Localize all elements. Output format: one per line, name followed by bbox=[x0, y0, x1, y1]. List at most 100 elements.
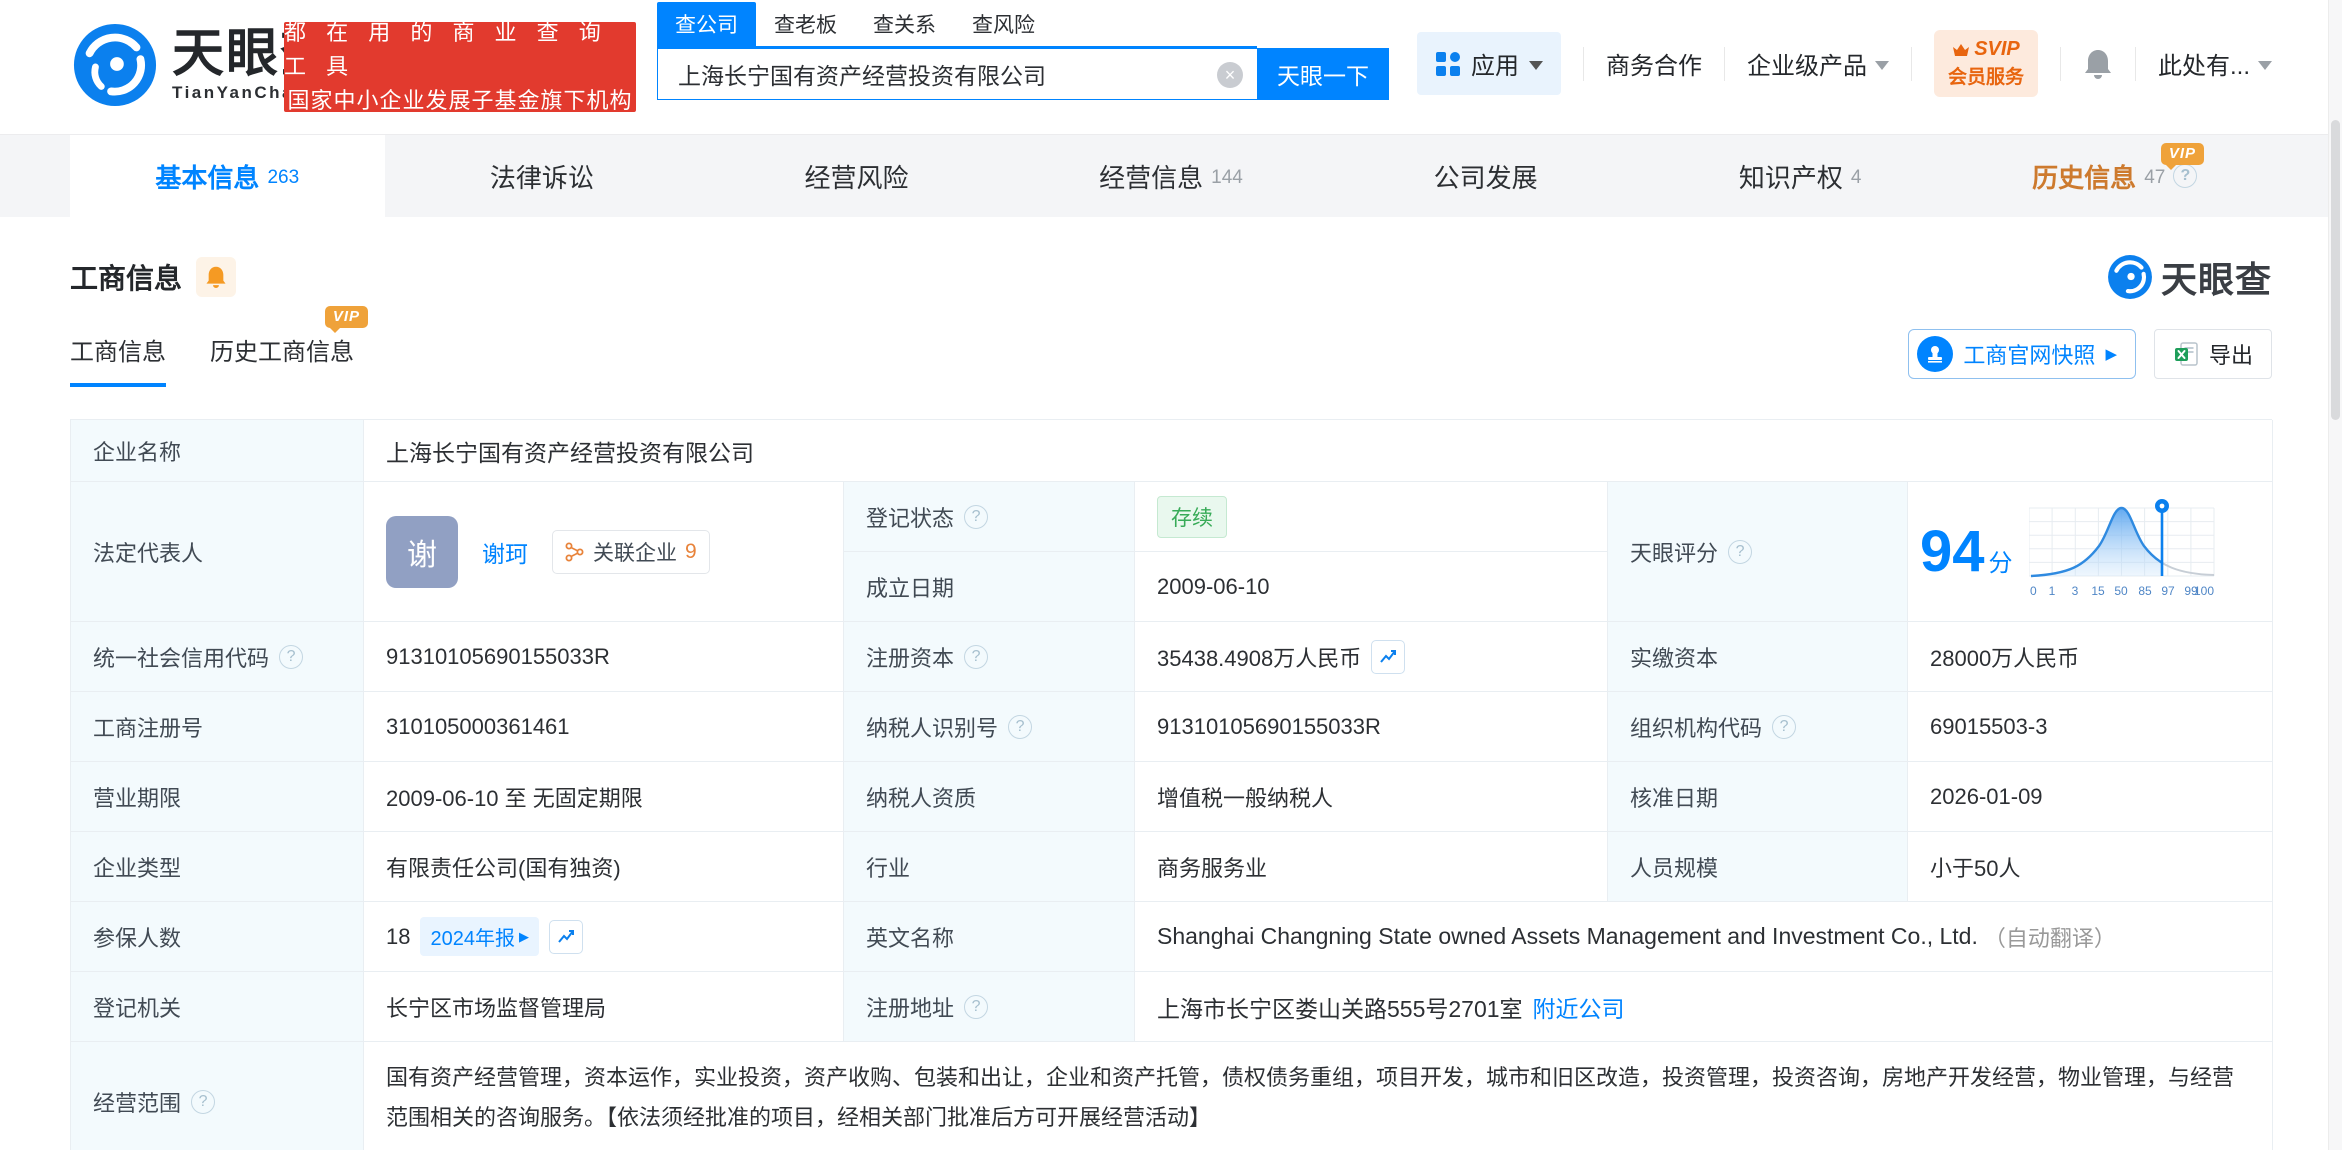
export-button[interactable]: 导出 bbox=[2153, 329, 2272, 379]
tab-legal-proceedings[interactable]: 法律诉讼 bbox=[385, 135, 700, 217]
search-tabs: 查公司 查老板 查关系 查风险 bbox=[657, 2, 1257, 48]
auto-translate-note: （自动翻译） bbox=[1983, 925, 2116, 951]
help-icon[interactable]: ? bbox=[279, 644, 304, 669]
notification-bell-icon[interactable] bbox=[2083, 48, 2113, 80]
help-icon[interactable]: ? bbox=[1008, 714, 1033, 739]
official-snapshot-button[interactable]: 工商官网快照 ▶ bbox=[1908, 329, 2136, 379]
user-menu-label: 此处有... bbox=[2157, 53, 2250, 80]
help-icon[interactable]: ? bbox=[1728, 539, 1753, 564]
subtab-business-info[interactable]: 工商信息 bbox=[70, 332, 166, 387]
legal-rep-avatar[interactable]: 谢 bbox=[386, 515, 458, 588]
divider bbox=[1723, 46, 1725, 81]
reg-number-value: 310105000361461 bbox=[364, 692, 844, 762]
reg-capital-label: 注册资本? bbox=[844, 622, 1135, 692]
search-button[interactable]: 天眼一下 bbox=[1257, 48, 1389, 100]
network-icon bbox=[565, 542, 584, 561]
tab-operation-info[interactable]: 经营信息 144 bbox=[1014, 135, 1329, 217]
subtab-history-business-info[interactable]: VIP 历史工商信息 bbox=[210, 306, 368, 387]
enterprise-link[interactable]: 企业级产品 bbox=[1747, 46, 1889, 81]
svg-text:1: 1 bbox=[2048, 584, 2055, 598]
annual-report-badge[interactable]: 2024年报 ▶ bbox=[420, 917, 539, 956]
scrollbar-thumb[interactable] bbox=[2331, 120, 2340, 420]
paid-capital-label: 实缴资本 bbox=[1608, 622, 1908, 692]
user-menu[interactable]: 此处有... bbox=[2158, 46, 2272, 81]
svg-text:0: 0 bbox=[2030, 584, 2037, 598]
company-type-label: 企业类型 bbox=[71, 832, 364, 902]
search-tab-relation[interactable]: 查关系 bbox=[855, 2, 954, 46]
main-content: 工商信息 天眼查 工商信息 VIP 历史工商信息 工商官网快照 ▶ 导出 企业名… bbox=[0, 251, 2342, 1150]
header-right: 应用 商务合作 企业级产品 SVIP 会员服务 此处有... bbox=[1416, 30, 2272, 97]
taxpayer-quality-label: 纳税人资质 bbox=[844, 762, 1135, 832]
insured-count-value: 18 2024年报 ▶ bbox=[364, 902, 844, 972]
search-input[interactable] bbox=[658, 60, 1178, 88]
search-tab-boss[interactable]: 查老板 bbox=[756, 2, 855, 46]
org-code-value: 69015503-3 bbox=[1908, 692, 2273, 762]
company-name-label: 企业名称 bbox=[71, 420, 364, 482]
reg-status-label: 登记状态? bbox=[844, 482, 1135, 552]
status-badge: 存续 bbox=[1157, 495, 1227, 538]
reg-status-value: 存续 bbox=[1135, 482, 1608, 552]
approval-date-label: 核准日期 bbox=[1608, 762, 1908, 832]
tab-history-info[interactable]: VIP 历史信息 47 ? bbox=[1957, 135, 2272, 217]
apps-label: 应用 bbox=[1470, 53, 1519, 80]
help-icon[interactable]: ? bbox=[1772, 714, 1797, 739]
approval-date-value: 2026-01-09 bbox=[1908, 762, 2273, 832]
company-type-value: 有限责任公司(国有独资) bbox=[364, 832, 844, 902]
chevron-down-icon bbox=[2258, 60, 2272, 70]
clear-search-icon[interactable]: × bbox=[1217, 62, 1243, 88]
credit-code-label: 统一社会信用代码? bbox=[71, 622, 364, 692]
promo-line1: 都 在 用 的 商 业 查 询 工 具 bbox=[284, 19, 608, 79]
subscribe-bell-icon[interactable] bbox=[196, 257, 237, 297]
taxpayer-quality-value: 增值税一般纳税人 bbox=[1135, 762, 1608, 832]
help-icon[interactable]: ? bbox=[2173, 164, 2198, 188]
legal-rep-value: 谢 谢珂 关联企业 9 bbox=[364, 482, 844, 622]
nearby-companies-link[interactable]: 附近公司 bbox=[1533, 990, 1625, 1024]
apps-button[interactable]: 应用 bbox=[1416, 32, 1561, 95]
header: 天眼查 TianYanCha.com 都 在 用 的 商 业 查 询 工 具 国… bbox=[0, 0, 2342, 134]
tab-basic-info[interactable]: 基本信息 263 bbox=[70, 135, 385, 217]
cooperation-link[interactable]: 商务合作 bbox=[1606, 46, 1702, 81]
tab-company-development[interactable]: 公司发展 bbox=[1328, 135, 1643, 217]
scrollbar[interactable] bbox=[2328, 0, 2342, 1150]
english-name-value: Shanghai Changning State owned Assets Ma… bbox=[1135, 902, 2273, 972]
svg-text:97: 97 bbox=[2161, 584, 2175, 598]
business-term-value: 2009-06-10 至 无固定期限 bbox=[364, 762, 844, 832]
capital-trend-icon[interactable] bbox=[1371, 639, 1406, 674]
insured-count-label: 参保人数 bbox=[71, 902, 364, 972]
tab-operation-risk[interactable]: 经营风险 bbox=[699, 135, 1014, 217]
taxpayer-id-value: 91310105690155033R bbox=[1135, 692, 1608, 762]
tianyancha-watermark-icon bbox=[2108, 255, 2152, 299]
search-tab-risk[interactable]: 查风险 bbox=[954, 2, 1053, 46]
chevron-down-icon bbox=[1528, 60, 1543, 70]
english-name-label: 英文名称 bbox=[844, 902, 1135, 972]
crown-icon bbox=[1953, 43, 1970, 56]
chevron-down-icon bbox=[1874, 60, 1889, 70]
legal-rep-name-link[interactable]: 谢珂 bbox=[482, 535, 528, 569]
company-nav-tabs: 基本信息 263 法律诉讼 经营风险 经营信息 144 公司发展 知识产权 4 VIP… bbox=[0, 134, 2342, 217]
vip-badge: VIP bbox=[2160, 143, 2205, 170]
help-icon[interactable]: ? bbox=[191, 1089, 216, 1114]
reg-authority-label: 登记机关 bbox=[71, 972, 364, 1042]
reg-address-value: 上海市长宁区娄山关路555号2701室 附近公司 bbox=[1135, 972, 2273, 1042]
vip-badge: VIP bbox=[324, 306, 368, 333]
score-distribution-chart[interactable]: 0 1 3 15 50 85 97 99 100 bbox=[2028, 496, 2219, 608]
apps-grid-icon bbox=[1435, 51, 1460, 76]
svg-text:3: 3 bbox=[2071, 584, 2078, 598]
business-scope-value: 国有资产经营管理，资本运作，实业投资，资产收购、包装和出让，企业和资产托管，债权… bbox=[364, 1042, 2273, 1150]
reg-address-label: 注册地址? bbox=[844, 972, 1135, 1042]
arrow-right-icon: ▶ bbox=[2105, 346, 2117, 363]
establish-date-value: 2009-06-10 bbox=[1135, 552, 1608, 622]
related-companies-badge[interactable]: 关联企业 9 bbox=[552, 529, 710, 574]
page: 天眼查 TianYanCha.com 都 在 用 的 商 业 查 询 工 具 国… bbox=[0, 0, 2342, 1150]
score-value: 94 分 0 1 3 15 50 85 97 99 100 bbox=[1908, 482, 2273, 622]
tab-intellectual-property[interactable]: 知识产权 4 bbox=[1643, 135, 1958, 217]
insured-trend-icon[interactable] bbox=[548, 919, 583, 954]
help-icon[interactable]: ? bbox=[964, 644, 989, 669]
watermark-logo: 天眼查 bbox=[2107, 251, 2272, 303]
search-tab-company[interactable]: 查公司 bbox=[657, 2, 756, 46]
svip-button[interactable]: SVIP 会员服务 bbox=[1933, 30, 2038, 97]
help-icon[interactable]: ? bbox=[964, 504, 989, 529]
help-icon[interactable]: ? bbox=[964, 994, 989, 1019]
divider bbox=[1582, 46, 1584, 81]
section-title: 工商信息 bbox=[70, 263, 183, 294]
